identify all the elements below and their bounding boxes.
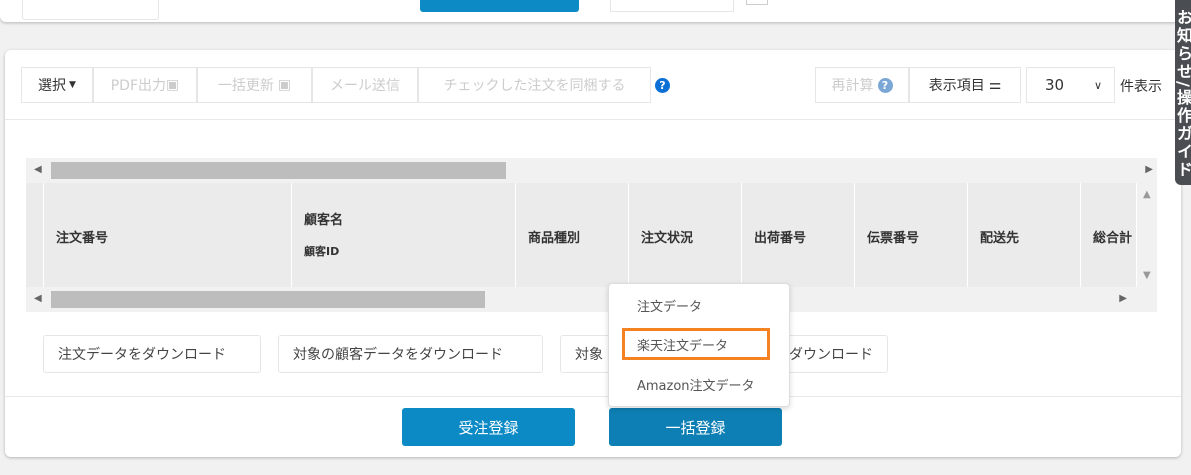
bulk-register-label: 一括登録 (665, 418, 726, 437)
divider (5, 396, 1181, 397)
bulk-register-button[interactable]: 一括登録 (609, 408, 782, 446)
download-label: 対象 (575, 347, 603, 363)
select-dropdown[interactable]: 選択 ▼ (21, 67, 93, 103)
per-page-suffix: 件表示 (1120, 79, 1162, 95)
pdf-button[interactable]: PDF出力 ▣ (93, 67, 197, 103)
scroll-left-icon[interactable]: ◀ (34, 164, 42, 175)
menu-item-amazon-order-data[interactable]: Amazon注文データ (637, 375, 755, 394)
scroll-right-icon[interactable]: ▶ (1145, 164, 1153, 175)
side-tab-guide[interactable]: お知らせ/操作ガイド (1175, 0, 1191, 185)
pdf-icon: ▣ (166, 77, 180, 93)
recalc-label: 再計算 (831, 78, 874, 94)
download-customer-data-button[interactable]: 対象の顧客データをダウンロード (278, 335, 543, 373)
help-icon[interactable]: ? (655, 78, 670, 93)
header-label: 注文番号 (56, 231, 109, 246)
scroll-down-icon[interactable]: ▼ (1143, 270, 1151, 281)
register-order-button[interactable]: 受注登録 (402, 408, 575, 446)
pdf-label: PDF出力 (110, 78, 167, 94)
header-label: 顧客名 (304, 213, 344, 228)
divider (5, 119, 1181, 120)
menu-item-order-data[interactable]: 注文データ (637, 296, 702, 315)
download-order-data-button[interactable]: 注文データをダウンロード (43, 335, 261, 373)
image-icon: ▣ (277, 77, 292, 93)
scroll-left-icon[interactable]: ◀ (34, 293, 42, 304)
scroll-right-icon[interactable]: ▶ (1119, 293, 1127, 304)
sliders-icon: ⚌ (988, 77, 1002, 93)
top-horizontal-scrollbar[interactable]: ◀ ▶ (26, 158, 1157, 183)
download-label-suffix: ダウンロード (789, 347, 873, 363)
checkbox-column (26, 183, 44, 287)
header-label: 注文状況 (641, 231, 694, 246)
bottom-horizontal-scrollbar[interactable]: ◀ ▶ (26, 287, 1157, 312)
vertical-scrollbar[interactable]: ▲ ▼ (1137, 183, 1157, 287)
header-destination[interactable]: 配送先 (968, 183, 1081, 287)
header-shipment-number[interactable]: 出荷番号 (742, 183, 855, 287)
per-page-select[interactable]: 30 ∨ (1026, 67, 1115, 103)
header-label: 商品種別 (528, 231, 581, 246)
menu-item-rakuten-order-data[interactable]: 楽天注文データ (637, 335, 728, 354)
mail-label: メール送信 (330, 78, 400, 94)
header-order-number[interactable]: 注文番号 (44, 183, 292, 287)
top-search-button[interactable] (420, 0, 579, 12)
register-label: 受注登録 (458, 418, 519, 437)
mail-button[interactable]: メール送信 (312, 67, 418, 103)
chevron-down-icon: ∨ (1093, 78, 1102, 92)
columns-button[interactable]: 表示項目 ⚌ (909, 67, 1021, 103)
orders-panel: 選択 ▼ PDF出力 ▣ 一括更新 ▣ メール送信 チェックした注文を同梱する ? 再… (5, 50, 1181, 457)
header-label: 配送先 (980, 231, 1020, 246)
bulk-update-button[interactable]: 一括更新 ▣ (197, 67, 312, 103)
header-label: 伝票番号 (867, 231, 920, 246)
header-order-status[interactable]: 注文状況 (629, 183, 742, 287)
bulk-register-dropdown: 注文データ 楽天注文データ Amazon注文データ (608, 283, 790, 407)
header-product-type[interactable]: 商品種別 (516, 183, 629, 287)
header-label: 出荷番号 (754, 231, 807, 246)
top-checkbox[interactable] (746, 0, 768, 5)
top-panel (0, 0, 1186, 22)
bundle-label: チェックした注文を同梱する (443, 78, 626, 94)
header-total[interactable]: 総合計 (1081, 183, 1137, 287)
recalc-button[interactable]: 再計算? (815, 67, 909, 103)
select-label: 選択 (38, 78, 67, 94)
top-clear-button[interactable] (610, 0, 734, 12)
recalc-help-icon: ? (877, 77, 893, 93)
caret-down-icon: ▼ (69, 80, 76, 90)
header-sublabel: 顧客ID (304, 245, 340, 258)
download-label: 注文データをダウンロード (58, 347, 226, 363)
header-customer[interactable]: 顧客名顧客ID (292, 183, 516, 287)
top-input[interactable] (22, 0, 159, 20)
bulk-update-label: 一括更新 (217, 78, 274, 94)
header-slip-number[interactable]: 伝票番号 (855, 183, 968, 287)
per-page-value: 30 (1045, 76, 1065, 94)
scroll-up-icon[interactable]: ▲ (1143, 189, 1151, 200)
table-header: 注文番号 顧客名顧客ID 商品種別 注文状況 出荷番号 伝票番号 配送先 総合計… (26, 183, 1157, 287)
scroll-thumb[interactable] (51, 291, 485, 308)
bundle-button[interactable]: チェックした注文を同梱する (418, 67, 651, 103)
download-label: 対象の顧客データをダウンロード (293, 347, 503, 363)
columns-label: 表示項目 (928, 78, 985, 94)
header-label: 総合計 (1093, 231, 1133, 246)
scroll-thumb[interactable] (51, 162, 506, 179)
